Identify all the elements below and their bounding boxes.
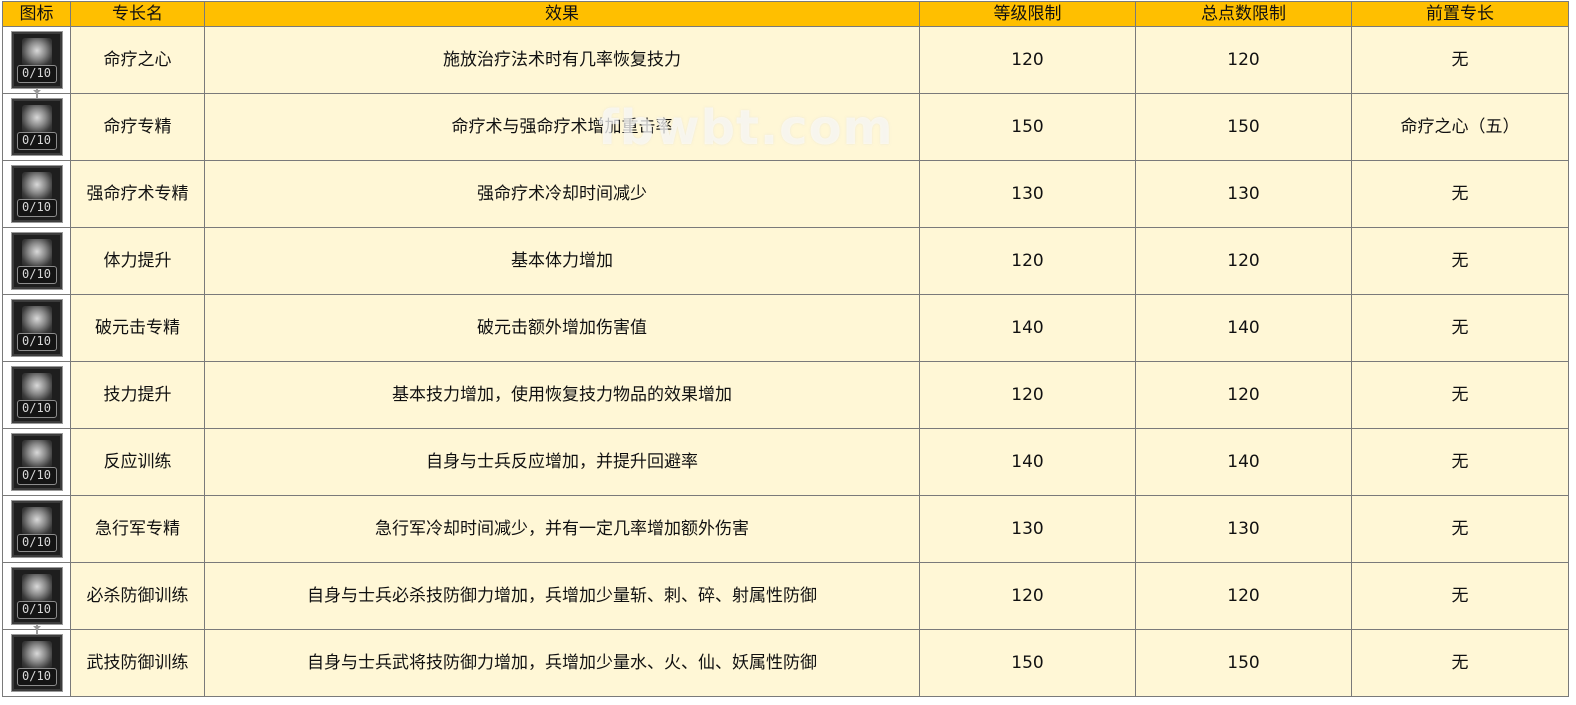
perk-level-counter: 0/10 — [16, 400, 57, 418]
icon-cell: 0/10 — [2, 428, 71, 496]
perk-level-counter: 0/10 — [16, 601, 57, 619]
special-defense-training-icon: 0/10 — [11, 568, 62, 624]
perk-effect: 急行军冷却时间减少，并有一定几率增加额外伤害 — [204, 495, 920, 563]
perk-total-points-limit: 120 — [1135, 227, 1352, 295]
martial-defense-training-icon: 0/10 — [11, 635, 62, 691]
icon-cell: 0/10 — [2, 227, 71, 295]
perk-level-limit: 150 — [919, 93, 1136, 161]
perk-effect: 强命疗术冷却时间减少 — [204, 160, 920, 228]
perk-level-counter: 0/10 — [16, 333, 57, 351]
perk-level-limit: 130 — [919, 160, 1136, 228]
perk-prerequisite: 无 — [1351, 428, 1569, 496]
element-break-icon: 0/10 — [11, 300, 62, 356]
perk-total-points-limit: 140 — [1135, 294, 1352, 362]
perk-total-points-limit: 120 — [1135, 26, 1352, 94]
header-icon: 图标 — [2, 1, 71, 27]
perk-effect: 自身与士兵必杀技防御力增加，兵增加少量斩、刺、碎、射属性防御 — [204, 562, 920, 630]
perk-total-points-limit: 120 — [1135, 562, 1352, 630]
table-row: 0/10 必杀防御训练 自身与士兵必杀技防御力增加，兵增加少量斩、刺、碎、射属性… — [2, 562, 1569, 630]
perk-name: 技力提升 — [70, 361, 205, 429]
perk-total-points-limit: 150 — [1135, 629, 1352, 697]
table-row: 0/10 反应训练 自身与士兵反应增加，并提升回避率 140 140 无 — [2, 428, 1569, 496]
icon-cell: 0/10 — [2, 160, 71, 228]
table-row: 0/10 强命疗术专精 强命疗术冷却时间减少 130 130 无 — [2, 160, 1569, 228]
perk-level-limit: 150 — [919, 629, 1136, 697]
perk-effect: 自身与士兵反应增加，并提升回避率 — [204, 428, 920, 496]
perk-prerequisite: 无 — [1351, 160, 1569, 228]
perk-prerequisite: 无 — [1351, 495, 1569, 563]
perk-effect: 破元击额外增加伤害值 — [204, 294, 920, 362]
perk-level-counter: 0/10 — [16, 199, 57, 217]
perk-total-points-limit: 130 — [1135, 160, 1352, 228]
header-effect: 效果 — [204, 1, 920, 27]
perk-level-counter: 0/10 — [16, 668, 57, 686]
icon-cell: 0/10 — [2, 629, 71, 697]
perk-total-points-limit: 140 — [1135, 428, 1352, 496]
perk-effect: 命疗术与强命疗术增加重击率 — [204, 93, 920, 161]
perk-level-limit: 140 — [919, 428, 1136, 496]
perk-level-limit: 120 — [919, 227, 1136, 295]
table-row: 0/10 武技防御训练 自身与士兵武将技防御力增加，兵增加少量水、火、仙、妖属性… — [2, 629, 1569, 697]
icon-cell: 0/10 — [2, 93, 71, 161]
icon-cell: 0/10 — [2, 495, 71, 563]
skill-power-boost-icon: 0/10 — [11, 367, 62, 423]
header-name: 专长名 — [70, 1, 205, 27]
perk-total-points-limit: 120 — [1135, 361, 1352, 429]
header-total-points-limit: 总点数限制 — [1135, 1, 1352, 27]
perk-level-counter: 0/10 — [16, 266, 57, 284]
greater-healing-mastery-icon: 0/10 — [11, 166, 62, 222]
header-level-limit: 等级限制 — [919, 1, 1136, 27]
perk-table: 图标 专长名 效果 等级限制 总点数限制 前置专长 0/10 命疗之心 施放治疗… — [2, 1, 1569, 697]
perk-name: 命疗之心 — [70, 26, 205, 94]
table-row: 0/10 急行军专精 急行军冷却时间减少，并有一定几率增加额外伤害 130 13… — [2, 495, 1569, 563]
perk-effect: 基本体力增加 — [204, 227, 920, 295]
table-row: 0/10 体力提升 基本体力增加 120 120 无 — [2, 227, 1569, 295]
reaction-training-icon: 0/10 — [11, 434, 62, 490]
perk-level-limit: 120 — [919, 26, 1136, 94]
perk-name: 命疗专精 — [70, 93, 205, 161]
table-row: 0/10 命疗之心 施放治疗法术时有几率恢复技力 120 120 无 — [2, 26, 1569, 94]
perk-name: 武技防御训练 — [70, 629, 205, 697]
perk-prerequisite: 无 — [1351, 294, 1569, 362]
healing-mastery-icon: 0/10 — [11, 99, 62, 155]
table-row: 0/10 破元击专精 破元击额外增加伤害值 140 140 无 — [2, 294, 1569, 362]
perk-name: 体力提升 — [70, 227, 205, 295]
stamina-boost-icon: 0/10 — [11, 233, 62, 289]
icon-cell: 0/10 — [2, 26, 71, 94]
perk-name: 强命疗术专精 — [70, 160, 205, 228]
perk-name: 破元击专精 — [70, 294, 205, 362]
perk-name: 必杀防御训练 — [70, 562, 205, 630]
heart-of-healing-icon: 0/10 — [11, 32, 62, 88]
perk-total-points-limit: 150 — [1135, 93, 1352, 161]
forced-march-icon: 0/10 — [11, 501, 62, 557]
perk-effect: 基本技力增加，使用恢复技力物品的效果增加 — [204, 361, 920, 429]
table-header-row: 图标 专长名 效果 等级限制 总点数限制 前置专长 — [2, 1, 1569, 27]
perk-name: 急行军专精 — [70, 495, 205, 563]
perk-level-counter: 0/10 — [16, 132, 57, 150]
perk-prerequisite: 无 — [1351, 227, 1569, 295]
icon-cell: 0/10 — [2, 361, 71, 429]
perk-prerequisite: 无 — [1351, 629, 1569, 697]
perk-prerequisite: 无 — [1351, 562, 1569, 630]
perk-level-limit: 120 — [919, 562, 1136, 630]
perk-level-limit: 130 — [919, 495, 1136, 563]
perk-level-counter: 0/10 — [16, 65, 57, 83]
perk-effect: 自身与士兵武将技防御力增加，兵增加少量水、火、仙、妖属性防御 — [204, 629, 920, 697]
perk-prerequisite: 无 — [1351, 361, 1569, 429]
table-row: 0/10 命疗专精 命疗术与强命疗术增加重击率 150 150 命疗之心（五） — [2, 93, 1569, 161]
header-prerequisite: 前置专长 — [1351, 1, 1569, 27]
table-row: 0/10 技力提升 基本技力增加，使用恢复技力物品的效果增加 120 120 无 — [2, 361, 1569, 429]
perk-prerequisite: 无 — [1351, 26, 1569, 94]
perk-level-counter: 0/10 — [16, 534, 57, 552]
icon-cell: 0/10 — [2, 294, 71, 362]
perk-level-counter: 0/10 — [16, 467, 57, 485]
perk-level-limit: 120 — [919, 361, 1136, 429]
perk-name: 反应训练 — [70, 428, 205, 496]
perk-effect: 施放治疗法术时有几率恢复技力 — [204, 26, 920, 94]
perk-level-limit: 140 — [919, 294, 1136, 362]
icon-cell: 0/10 — [2, 562, 71, 630]
perk-prerequisite: 命疗之心（五） — [1351, 93, 1569, 161]
perk-total-points-limit: 130 — [1135, 495, 1352, 563]
